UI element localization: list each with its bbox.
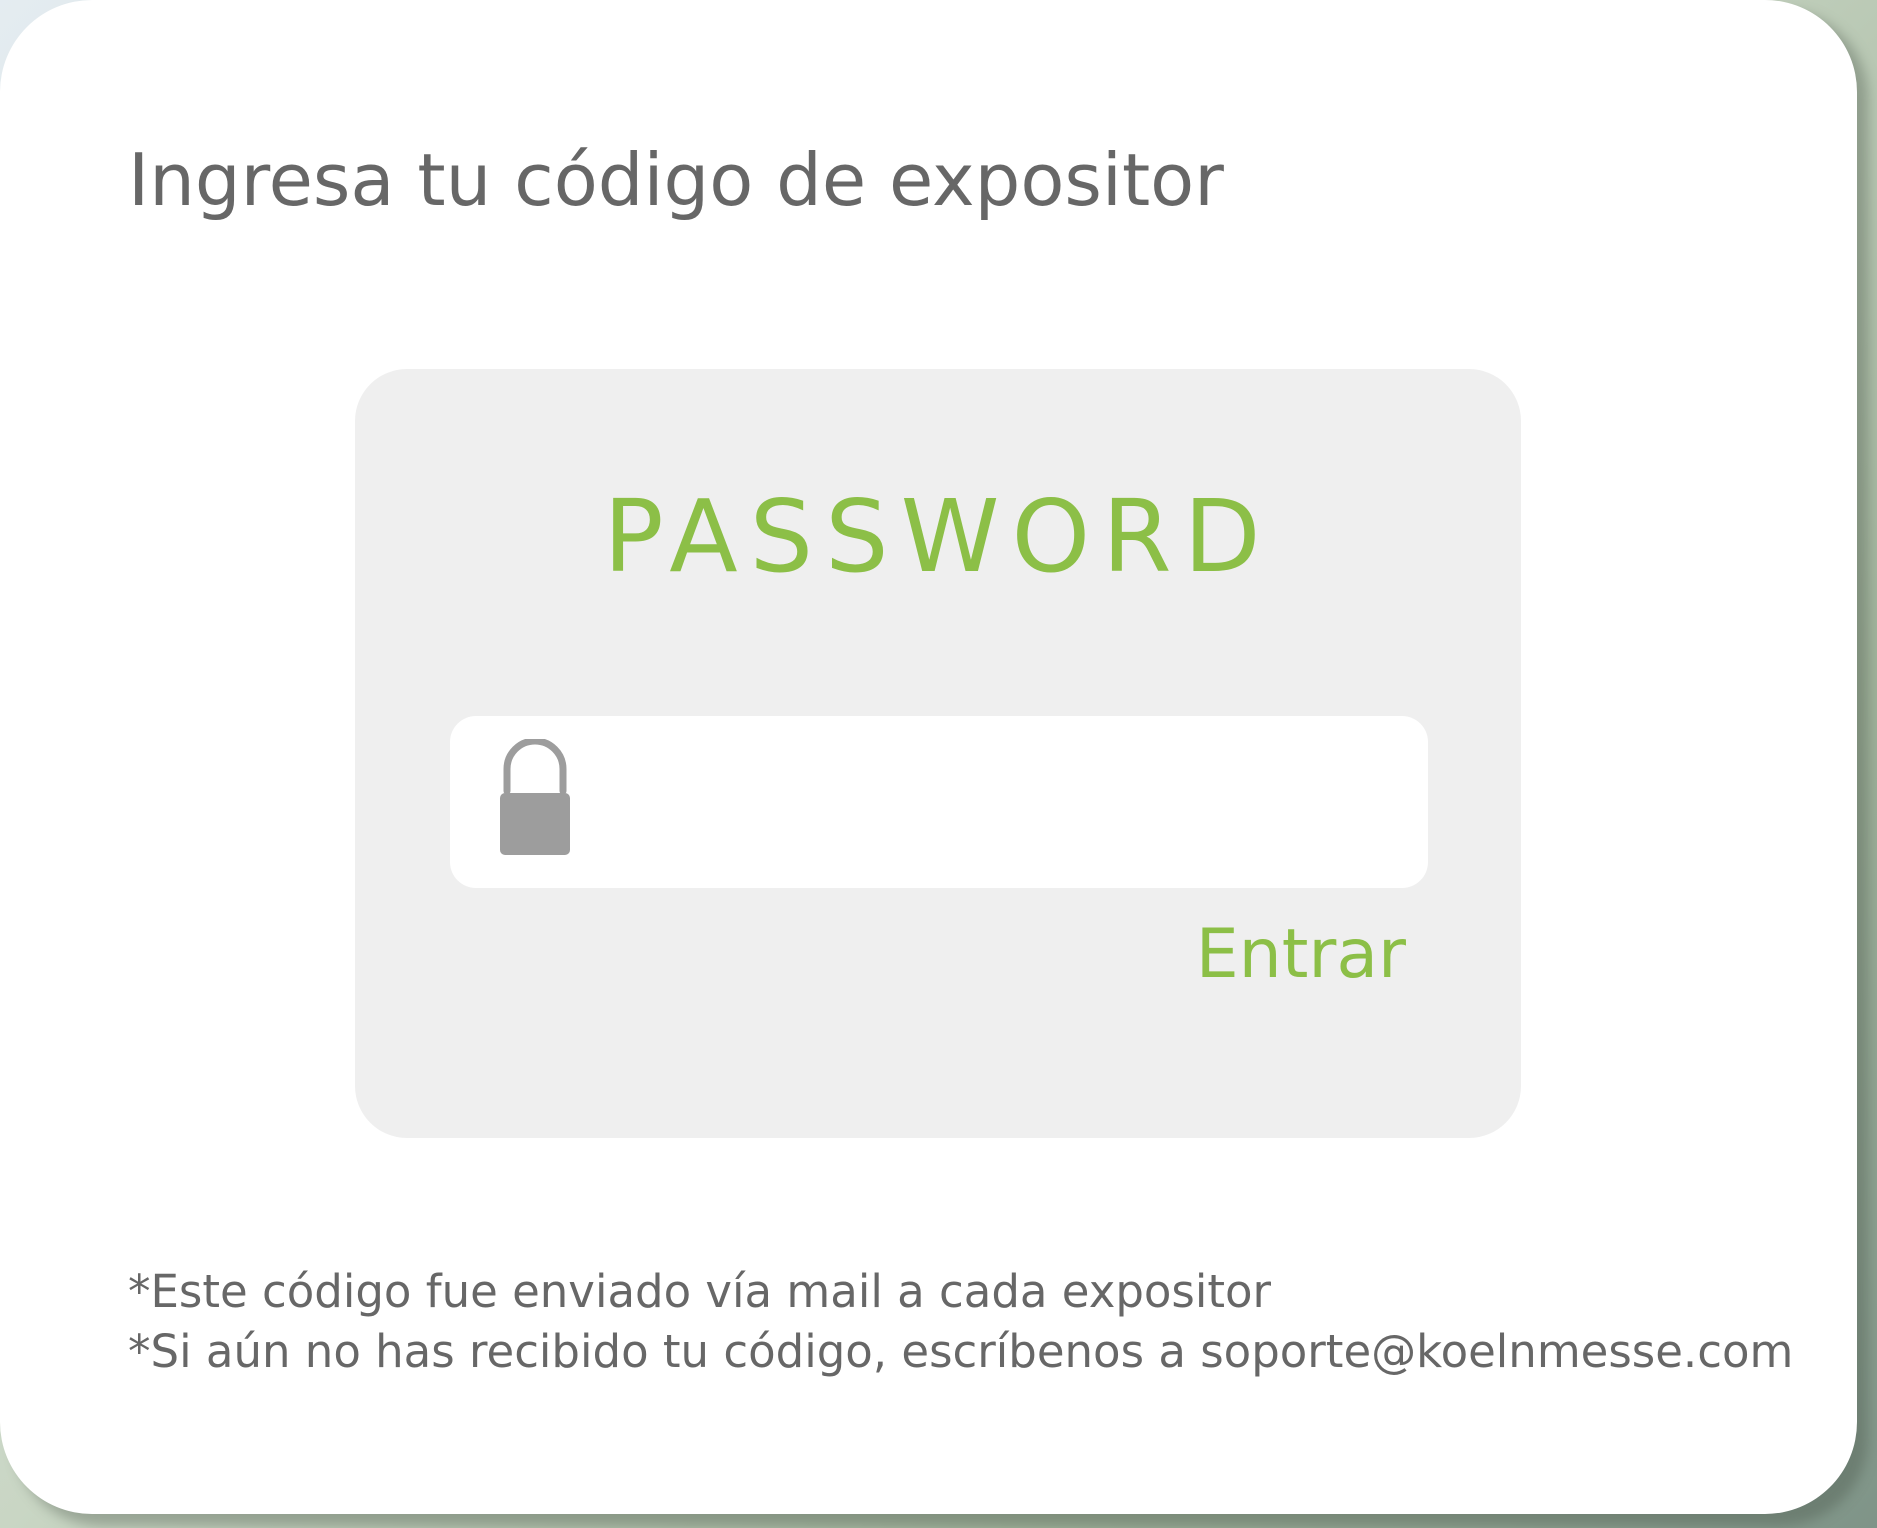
page-title: Ingresa tu código de expositor (128, 138, 1224, 222)
password-field[interactable] (450, 716, 1428, 888)
login-panel: PASSWORD Entrar (355, 369, 1521, 1138)
password-input[interactable] (600, 736, 1404, 870)
footnotes: *Este código fue enviado vía mail a cada… (128, 1262, 1793, 1382)
footnote-code-sent: *Este código fue enviado vía mail a cada… (128, 1265, 1272, 1318)
enter-button[interactable]: Entrar (1196, 921, 1406, 989)
footnote-support-contact: *Si aún no has recibido tu código, escrí… (128, 1325, 1794, 1378)
login-card: Ingresa tu código de expositor PASSWORD … (0, 0, 1857, 1514)
lock-icon (499, 737, 571, 857)
password-heading: PASSWORD (603, 478, 1273, 595)
